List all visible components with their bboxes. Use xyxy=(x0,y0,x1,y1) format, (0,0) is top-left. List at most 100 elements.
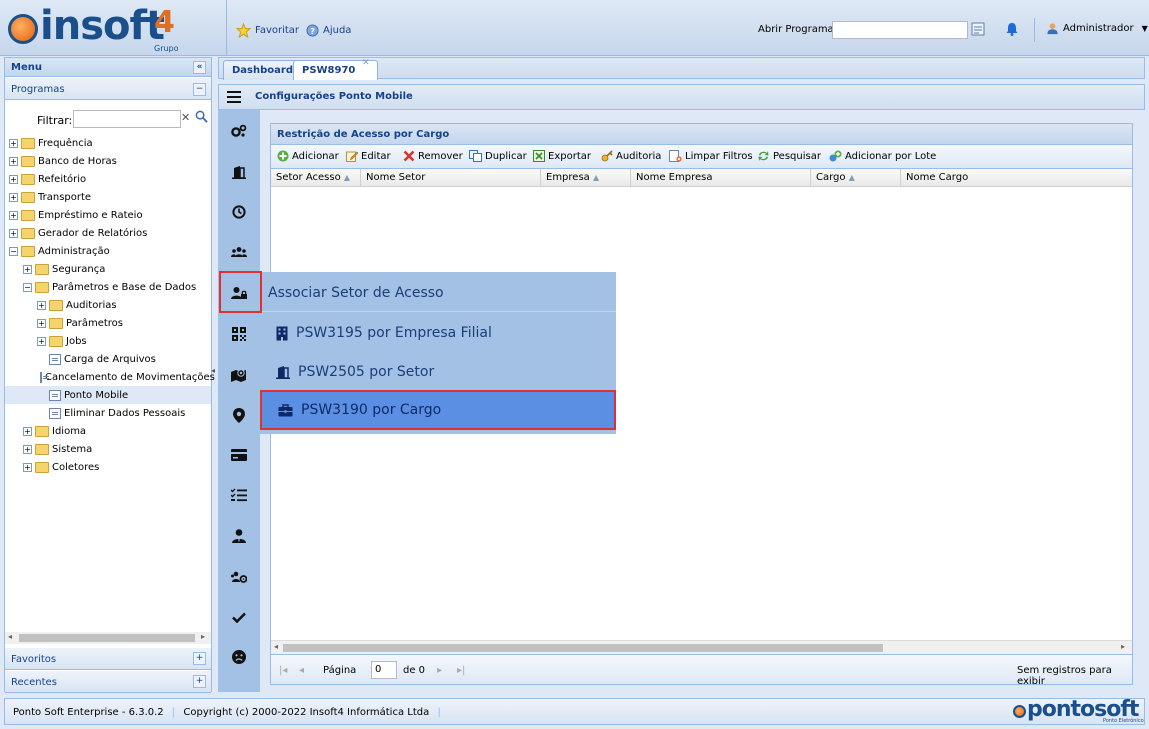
side-door-button[interactable] xyxy=(229,162,249,182)
limpar-filtros-label: Limpar Filtros xyxy=(685,150,753,162)
tree-horizontal-scrollbar[interactable]: ◂ ▸ xyxy=(5,632,211,644)
triangle-left-icon: ◂ xyxy=(211,366,216,375)
expand-icon[interactable]: + xyxy=(37,300,46,310)
tree-item[interactable]: − Parâmetros e Base de Dados xyxy=(5,278,211,296)
side-qrcode-button[interactable] xyxy=(229,324,249,344)
tree-scroll-thumb[interactable] xyxy=(19,634,195,642)
side-location-button[interactable] xyxy=(229,405,249,425)
folder-icon xyxy=(49,317,63,329)
tree-item[interactable]: + Coletores xyxy=(5,458,211,476)
remover-label: Remover xyxy=(418,150,463,162)
favoritar-button[interactable]: Favoritar xyxy=(236,22,299,38)
tree-item[interactable]: Eliminar Dados Pessoais xyxy=(5,404,211,422)
side-check-button[interactable] xyxy=(229,607,249,627)
ajuda-button[interactable]: ? Ajuda xyxy=(306,22,351,38)
tree-item[interactable]: + Refeitório xyxy=(5,170,211,188)
filter-input[interactable] xyxy=(73,110,181,128)
next-page-button[interactable]: ▸ xyxy=(437,665,442,676)
collapse-programas-button[interactable]: − xyxy=(193,83,206,96)
side-clock-button[interactable] xyxy=(229,202,249,222)
col-header-nome-setor[interactable]: Nome Setor xyxy=(361,169,541,187)
col-header-cargo[interactable]: Cargo ▲ xyxy=(811,169,901,187)
expand-icon[interactable]: + xyxy=(9,210,18,220)
expand-icon[interactable]: + xyxy=(23,426,32,436)
side-users-cog-button[interactable] xyxy=(229,567,249,587)
duplicar-button[interactable]: Duplicar xyxy=(469,150,527,162)
clear-filter-button[interactable]: ✕ xyxy=(181,111,193,127)
prev-page-button[interactable]: ◂ xyxy=(299,665,304,676)
remover-button[interactable]: Remover xyxy=(403,150,463,162)
side-settings-button[interactable] xyxy=(229,121,249,141)
flyout-item-cargo[interactable]: PSW3190 por Cargo xyxy=(260,390,616,430)
expand-recentes-button[interactable]: + xyxy=(193,675,206,688)
abrir-programa-button[interactable] xyxy=(970,21,988,39)
tree-item[interactable]: + Parâmetros xyxy=(5,314,211,332)
expand-icon[interactable]: + xyxy=(23,462,32,472)
side-face-button[interactable] xyxy=(229,647,249,667)
grid-scroll-thumb[interactable] xyxy=(283,644,883,652)
grid-title: Restrição de Acesso por Cargo xyxy=(271,124,1132,145)
tree-item[interactable]: + Idioma xyxy=(5,422,211,440)
notifications-button[interactable] xyxy=(1004,21,1022,39)
abrir-programa-input[interactable] xyxy=(832,21,968,39)
tree-item[interactable]: Carga de Arquivos xyxy=(5,350,211,368)
tree-item[interactable]: − Administração xyxy=(5,242,211,260)
expand-icon[interactable]: + xyxy=(9,138,18,148)
flyout-item-empresa-filial[interactable]: PSW3195 por Empresa Filial xyxy=(260,313,616,353)
close-tab-button[interactable]: ✕ xyxy=(362,58,370,68)
auditoria-button[interactable]: Auditoria xyxy=(601,150,661,162)
limpar-filtros-button[interactable]: Limpar Filtros xyxy=(669,150,753,162)
search-filter-button[interactable] xyxy=(195,110,209,126)
collapse-icon[interactable]: − xyxy=(9,246,18,256)
recentes-header[interactable]: Recentes + xyxy=(5,671,211,693)
collapse-icon[interactable]: − xyxy=(23,282,32,292)
tree-item[interactable]: + Jobs xyxy=(5,332,211,350)
expand-icon[interactable]: + xyxy=(9,192,18,202)
last-page-button[interactable]: ▸| xyxy=(457,665,465,676)
side-card-button[interactable] xyxy=(229,445,249,465)
expand-icon[interactable]: + xyxy=(37,336,46,346)
col-header-nome-cargo[interactable]: Nome Cargo xyxy=(901,169,1132,187)
first-page-button[interactable]: |◂ xyxy=(279,665,287,676)
expand-icon[interactable]: + xyxy=(9,228,18,238)
tree-item[interactable]: Cancelamento de Movimentações xyxy=(5,368,215,386)
grid-horizontal-scrollbar[interactable]: ◂ ▸ xyxy=(271,640,1132,654)
adicionar-lote-button[interactable]: Adicionar por Lote xyxy=(829,150,936,162)
expand-icon[interactable]: + xyxy=(23,444,32,454)
side-group-button[interactable] xyxy=(229,242,249,262)
side-checklist-button[interactable] xyxy=(229,485,249,505)
tree-item[interactable]: + Gerador de Relatórios xyxy=(5,224,211,242)
tree-item[interactable]: + Frequência xyxy=(5,134,211,152)
adicionar-button[interactable]: Adicionar xyxy=(277,150,339,162)
expand-icon[interactable]: + xyxy=(9,156,18,166)
collapse-menu-button[interactable]: « xyxy=(193,61,206,74)
expand-icon[interactable]: + xyxy=(23,264,32,274)
tree-item[interactable]: + Segurança xyxy=(5,260,211,278)
tab-dashboard[interactable]: Dashboard xyxy=(223,60,302,80)
flyout-item-setor[interactable]: PSW2505 por Setor xyxy=(260,352,616,392)
col-header-empresa[interactable]: Empresa ▲ xyxy=(541,169,631,187)
programas-header[interactable]: Programas − xyxy=(5,78,211,100)
page-number-input[interactable]: 0 xyxy=(371,661,397,679)
tree-item[interactable]: + Empréstimo e Rateio xyxy=(5,206,211,224)
tree-item[interactable]: + Transporte xyxy=(5,188,211,206)
editar-button[interactable]: Editar xyxy=(346,150,391,162)
side-employee-button[interactable] xyxy=(229,526,249,546)
expand-icon[interactable]: + xyxy=(9,174,18,184)
expand-icon[interactable]: + xyxy=(37,318,46,328)
tree-item[interactable]: + Banco de Horas xyxy=(5,152,211,170)
pesquisar-button[interactable]: Pesquisar xyxy=(757,150,821,162)
col-header-nome-empresa[interactable]: Nome Empresa xyxy=(631,169,811,187)
tree-item[interactable]: + Auditorias xyxy=(5,296,211,314)
hamburger-button[interactable] xyxy=(227,91,241,103)
tree-item[interactable]: + Sistema xyxy=(5,440,211,458)
side-map-button[interactable] xyxy=(229,365,249,385)
expand-favoritos-button[interactable]: + xyxy=(193,652,206,665)
favoritos-header[interactable]: Favoritos + xyxy=(5,648,211,670)
exportar-button[interactable]: Exportar xyxy=(533,150,591,162)
tree-item[interactable]: Ponto Mobile xyxy=(5,386,211,404)
user-menu[interactable]: Administrador ▼ xyxy=(1046,22,1148,35)
panel-splitter[interactable]: ◂ xyxy=(211,366,217,386)
folder-icon xyxy=(21,137,35,149)
col-header-setor-acesso[interactable]: Setor Acesso ▲ xyxy=(271,169,361,187)
